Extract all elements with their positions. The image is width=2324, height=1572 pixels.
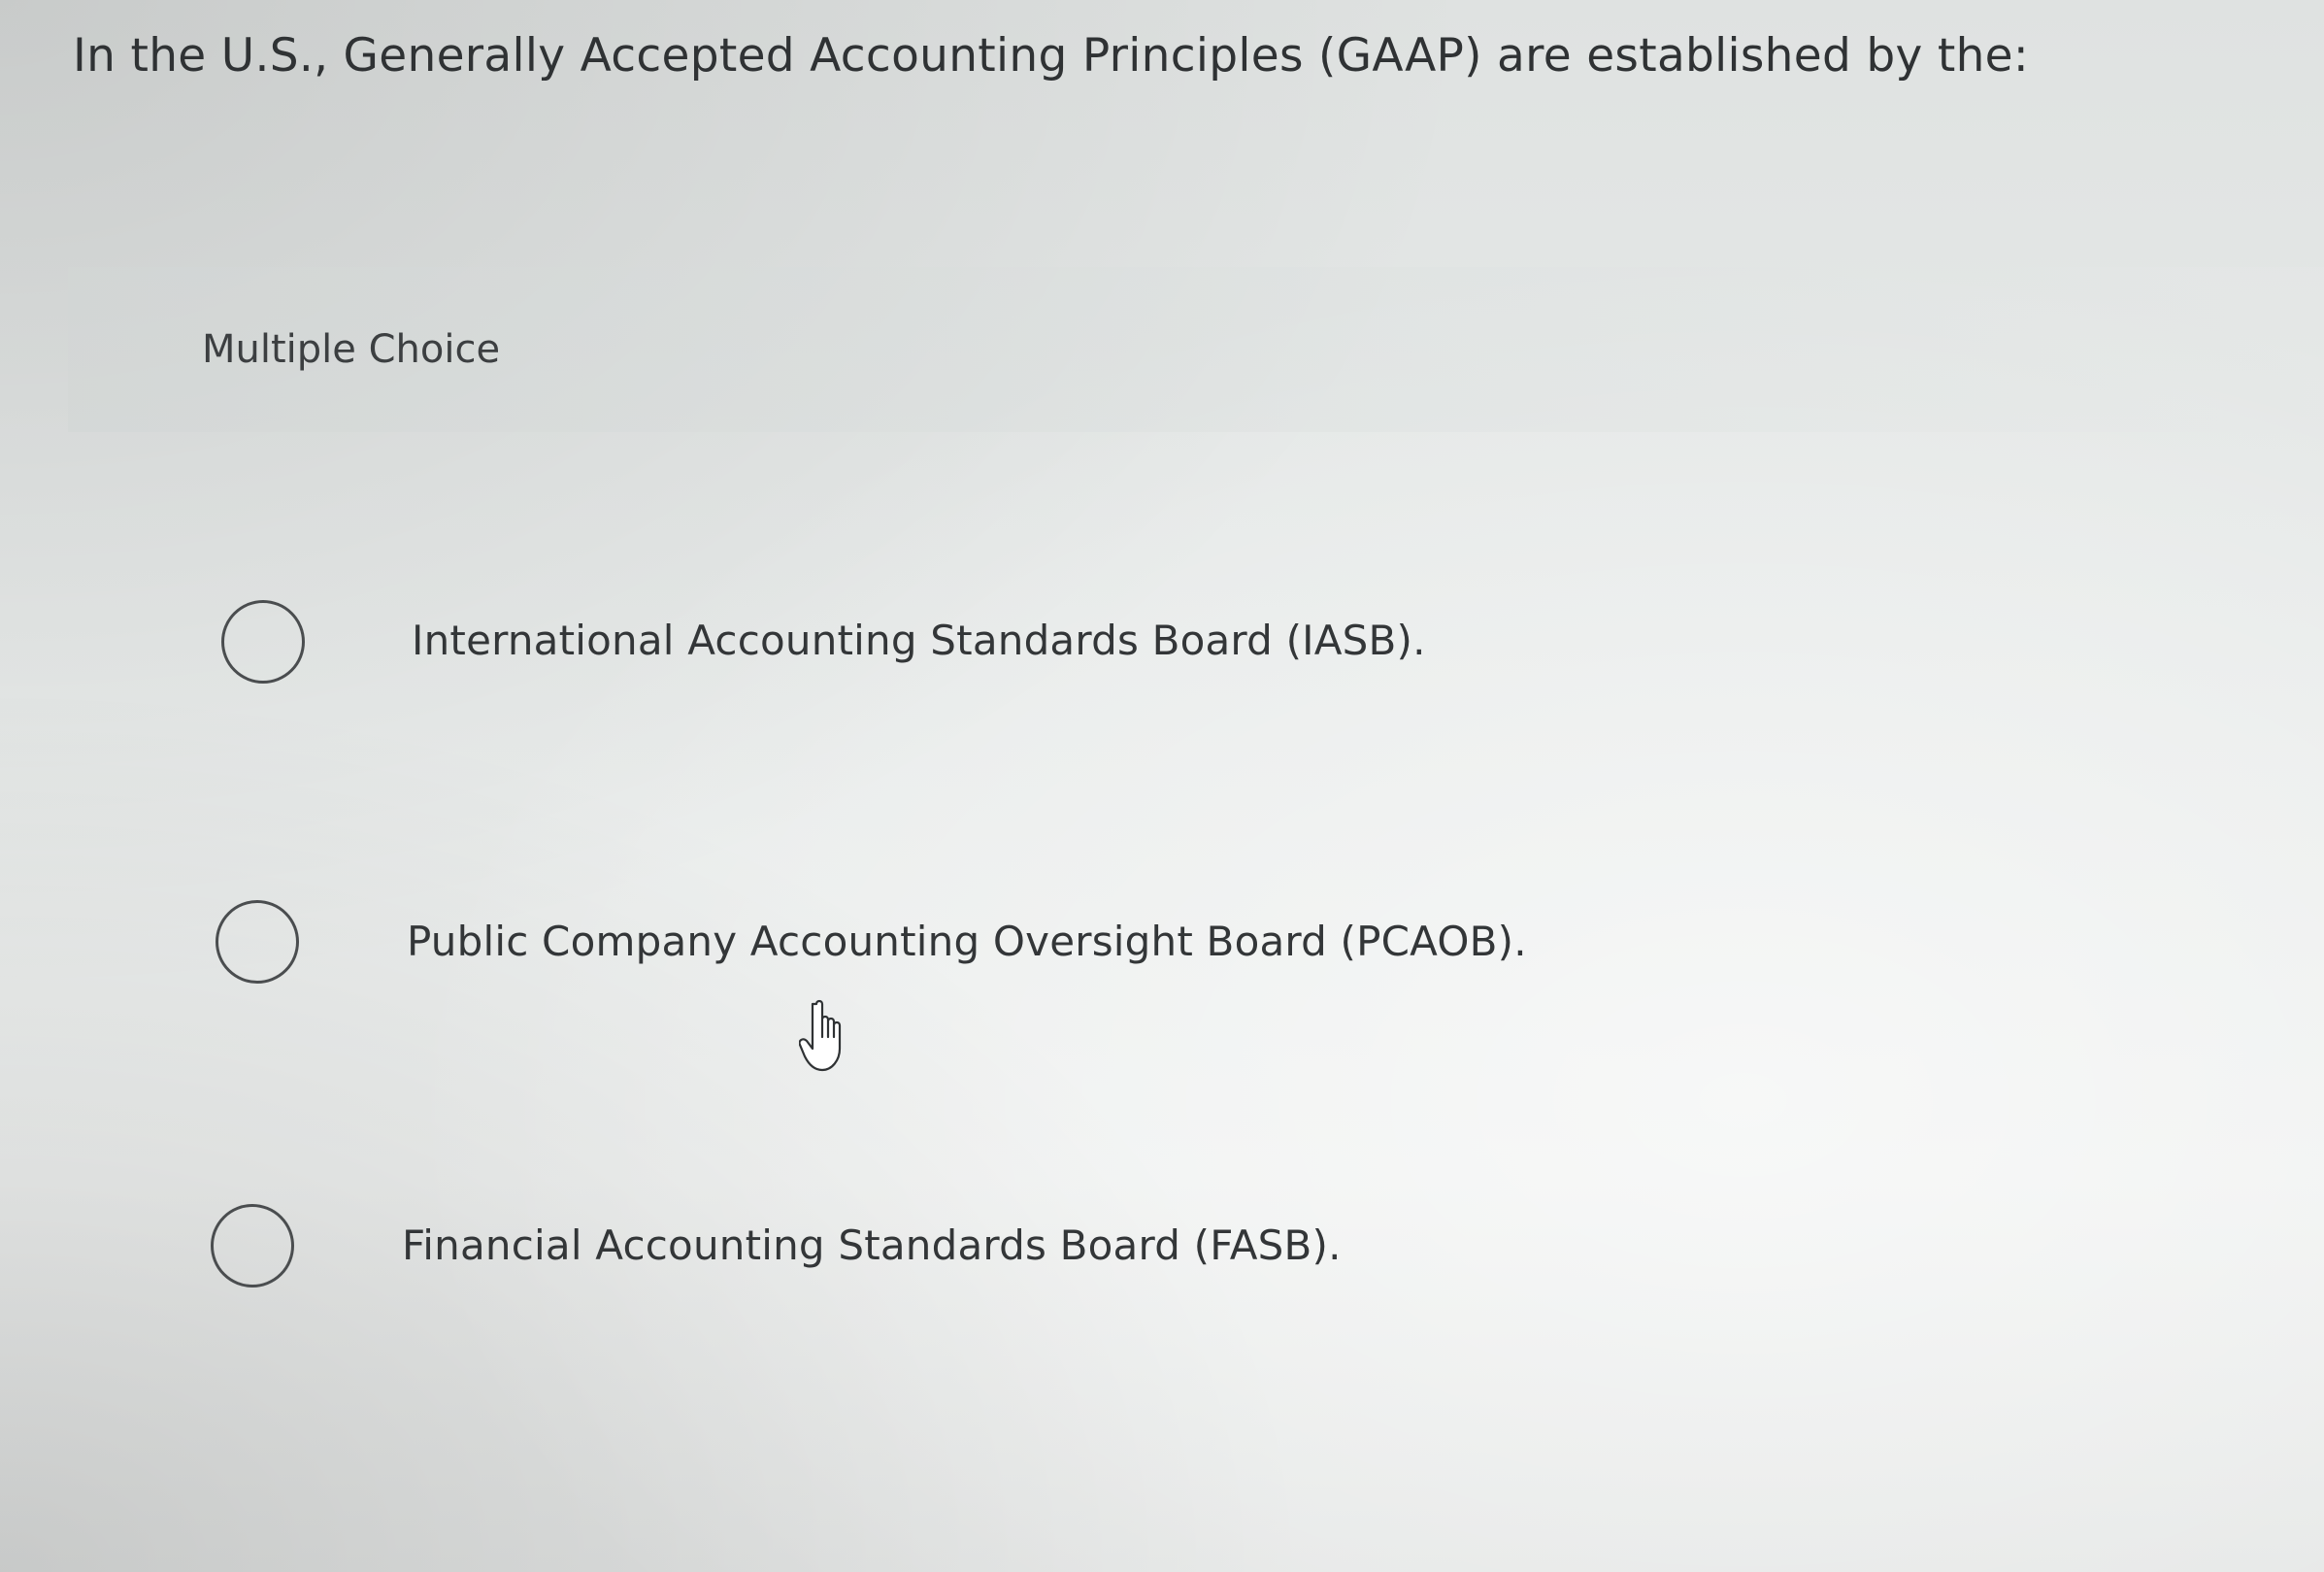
answer-option-label: International Accounting Standards Board… [412,617,1426,664]
radio-button-iasb[interactable] [221,600,305,684]
hand-pointer-icon [799,999,842,1072]
answer-option-iasb[interactable]: International Accounting Standards Board… [221,593,1426,690]
answer-option-fasb[interactable]: Financial Accounting Standards Board (FA… [211,1197,1341,1294]
multiple-choice-header: Multiple Choice [68,267,2324,432]
radio-button-fasb[interactable] [211,1204,294,1288]
radio-button-pcaob[interactable] [216,900,299,984]
answer-option-label: Financial Accounting Standards Board (FA… [402,1221,1342,1269]
answer-option-pcaob[interactable]: Public Company Accounting Oversight Boar… [216,893,1527,990]
question-text: In the U.S., Generally Accepted Accounti… [73,29,2030,83]
answer-option-label: Public Company Accounting Oversight Boar… [407,918,1527,965]
multiple-choice-label: Multiple Choice [202,327,501,372]
